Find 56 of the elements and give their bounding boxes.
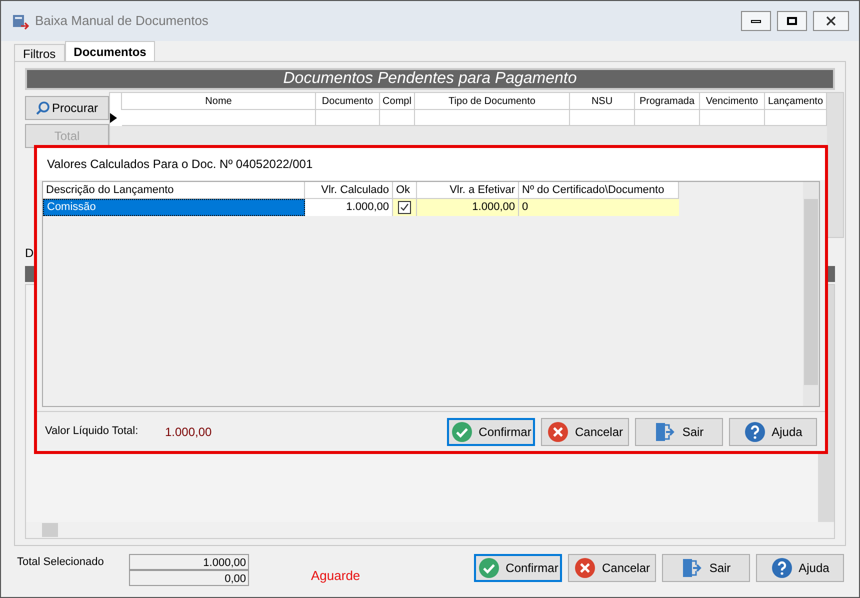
column-header: Ok xyxy=(393,182,417,199)
total-label: Total Selecionado xyxy=(16,555,105,570)
confirm-button[interactable]: Confirmar xyxy=(447,418,535,446)
check-icon xyxy=(450,420,473,442)
column-header: Nº do Certificado\Documento xyxy=(519,182,679,199)
close-icon xyxy=(574,557,596,579)
exit-button[interactable]: Sair xyxy=(635,418,723,446)
confirm-button[interactable]: Confirmar xyxy=(474,554,562,582)
table-cell[interactable] xyxy=(415,110,570,126)
check-icon xyxy=(400,203,409,212)
panel-title: Documentos Pendentes para Pagamento xyxy=(25,68,835,90)
vertical-scrollbar[interactable] xyxy=(803,182,819,406)
table-cell[interactable] xyxy=(700,110,765,126)
table-cell[interactable]: Comissão xyxy=(43,199,305,216)
table-cell[interactable] xyxy=(570,110,635,126)
table-cell[interactable] xyxy=(122,110,316,126)
table-cell[interactable] xyxy=(316,110,380,126)
vertical-scrollbar[interactable] xyxy=(827,93,843,237)
total-value: 0,00 xyxy=(129,570,249,586)
close-icon xyxy=(826,16,836,26)
dialog-title: Valores Calculados Para o Doc. Nº 04052022/001 xyxy=(47,156,313,173)
help-button[interactable]: Ajuda xyxy=(729,418,817,446)
column-header: Descrição do Lançamento xyxy=(43,182,305,199)
maximize-button[interactable] xyxy=(777,11,807,31)
help-icon xyxy=(744,420,766,442)
tab[interactable]: Filtros xyxy=(14,44,65,61)
table-cell[interactable] xyxy=(380,110,415,126)
search-icon xyxy=(36,101,50,115)
column-header: Vlr. a Efetivar xyxy=(417,182,519,199)
help-icon xyxy=(770,557,793,579)
check-icon xyxy=(478,557,500,579)
window-app-icon xyxy=(11,12,29,30)
status-text: Aguarde xyxy=(311,567,360,585)
close-icon xyxy=(546,420,569,442)
help-button[interactable]: Ajuda xyxy=(756,554,844,582)
exit-door-icon xyxy=(681,557,704,579)
total-value: 1.000,00 xyxy=(129,554,249,570)
row-pointer-icon xyxy=(110,113,117,123)
table-cell: 1.000,00 xyxy=(417,199,519,216)
net-total-value: 1.000,00 xyxy=(165,424,212,440)
search-button[interactable]: Procurar xyxy=(25,96,109,120)
net-total-label: Valor Líquido Total: xyxy=(45,424,140,440)
table-cell[interactable] xyxy=(635,110,700,126)
table-cell: 0 xyxy=(519,199,679,216)
exit-door-icon xyxy=(654,420,676,442)
section-label: D xyxy=(25,245,34,262)
table-cell: 1.000,00 xyxy=(305,199,393,216)
checkbox[interactable] xyxy=(398,201,411,214)
exit-button[interactable]: Sair xyxy=(662,554,750,582)
close-button[interactable] xyxy=(813,11,849,31)
tab[interactable]: Documentos xyxy=(64,41,156,61)
cancel-button[interactable]: Cancelar xyxy=(568,554,656,582)
column-header: Vlr. Calculado xyxy=(305,182,393,199)
minimize-button[interactable] xyxy=(741,11,771,31)
cancel-button[interactable]: Cancelar xyxy=(541,418,629,446)
window-title: Baixa Manual de Documentos xyxy=(35,12,208,30)
